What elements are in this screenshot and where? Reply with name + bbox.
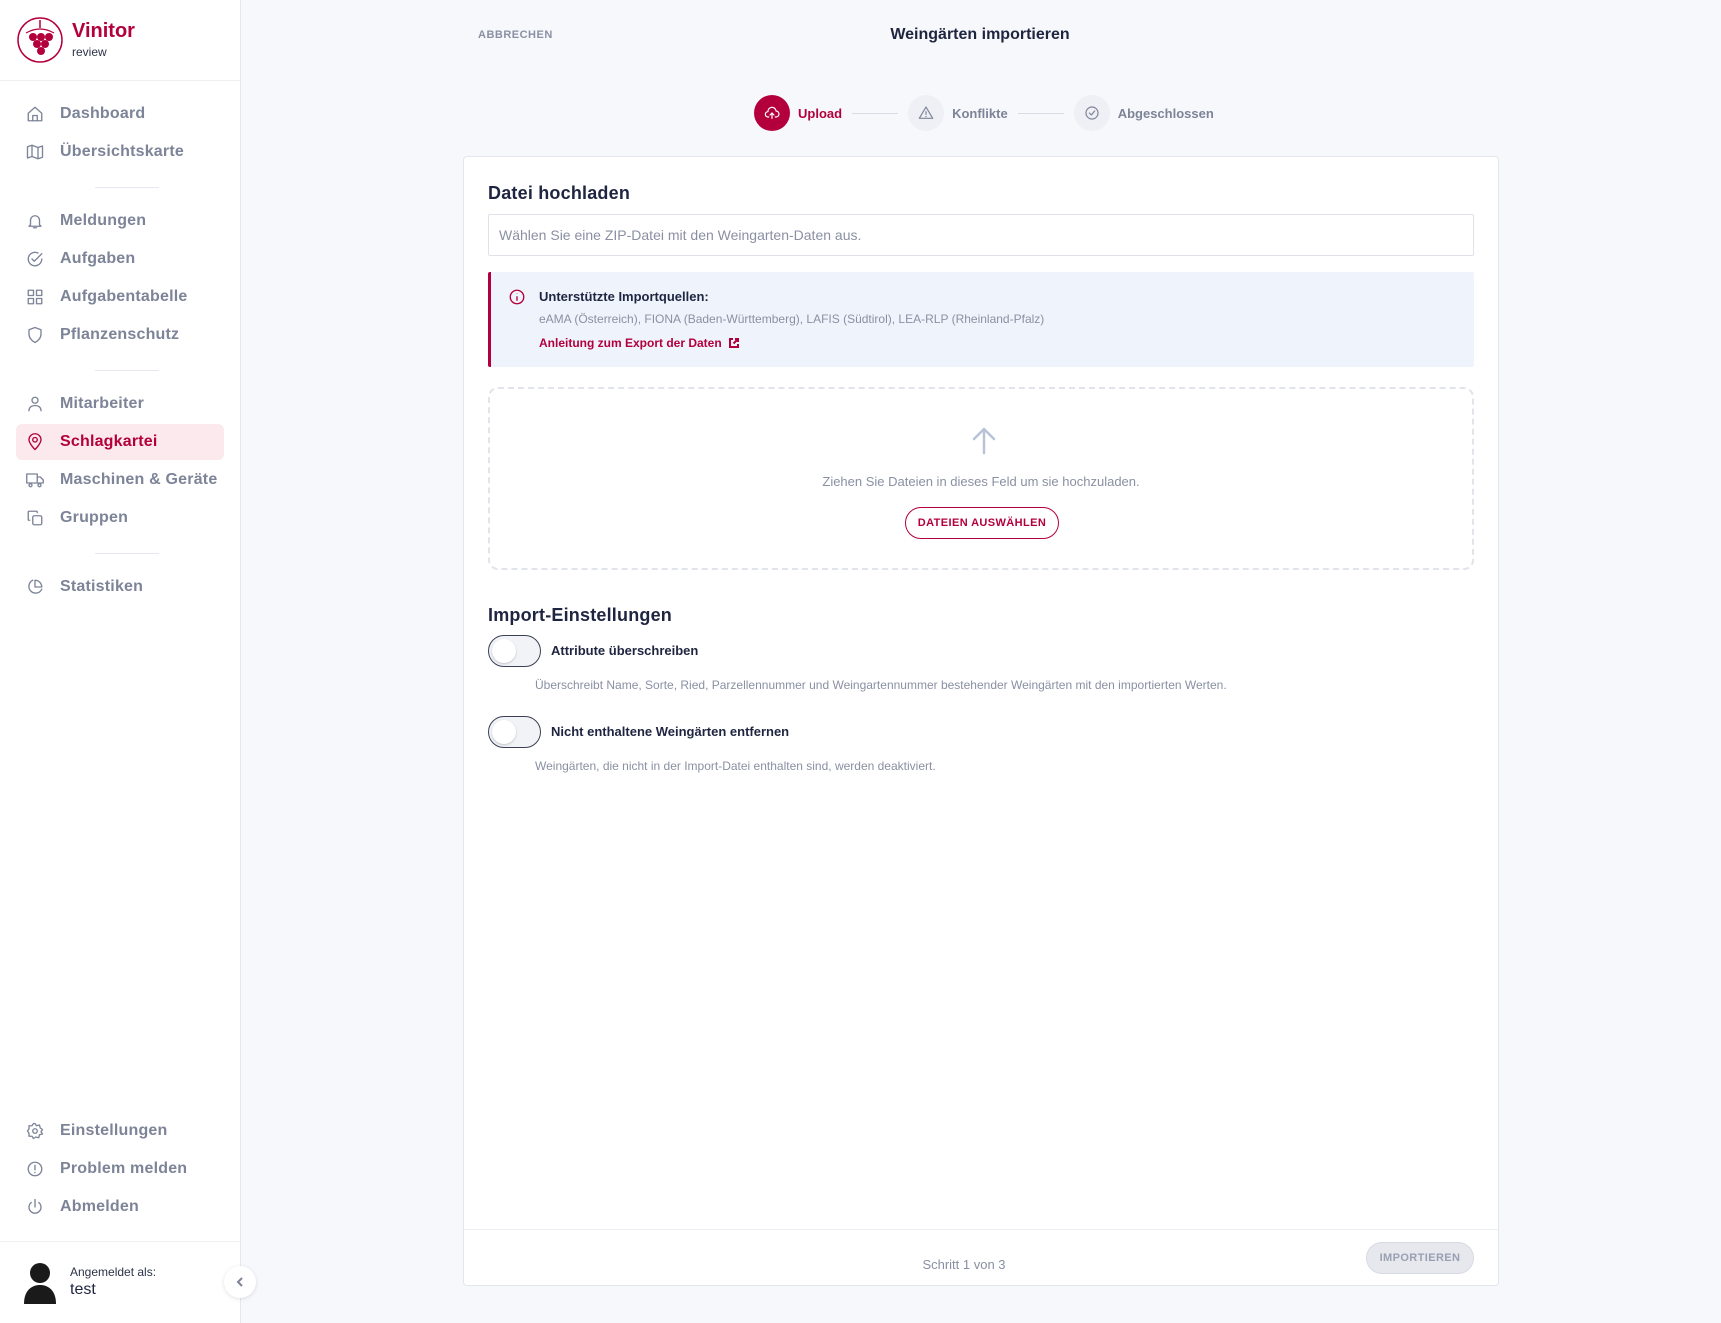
- vinitor-logo-icon: [16, 16, 64, 64]
- sidebar-item-label: Statistiken: [60, 578, 144, 595]
- sidebar-item-schlagkartei[interactable]: Schlagkartei: [16, 424, 224, 460]
- step-counter: Schritt 1 von 3: [922, 1257, 1006, 1272]
- collapse-sidebar-button[interactable]: [224, 1266, 256, 1298]
- import-button[interactable]: IMPORTIEREN: [1366, 1242, 1474, 1274]
- sidebar-item-label: Meldungen: [60, 212, 147, 229]
- sidebar-item-maschinen[interactable]: Maschinen & Geräte: [16, 462, 224, 498]
- chevron-left-icon: [236, 1277, 243, 1287]
- step-connector: [1017, 112, 1064, 114]
- bell-icon: [25, 211, 45, 231]
- arrow-up-icon: [968, 425, 1000, 457]
- external-link-icon: [728, 338, 739, 348]
- info-sources: eAMA (Österreich), FIONA (Baden-Württemb…: [539, 312, 1045, 326]
- brand-name: Vinitor: [72, 20, 135, 42]
- sidebar-item-label: Aufgabentabelle: [60, 288, 188, 305]
- map-icon: [25, 142, 45, 162]
- page-title: Weingärten importieren: [890, 26, 1070, 43]
- username: test: [70, 1281, 96, 1298]
- sidebar-item-label: Pflanzenschutz: [60, 326, 180, 343]
- shield-icon: [25, 325, 45, 345]
- sidebar-item-label: Problem melden: [60, 1160, 188, 1177]
- step-label: Upload: [798, 105, 843, 121]
- cancel-button[interactable]: ABBRECHEN: [478, 29, 553, 41]
- remove-missing-toggle[interactable]: [488, 716, 541, 748]
- sidebar-item-label: Einstellungen: [60, 1122, 168, 1139]
- sidebar-item-label: Maschinen & Geräte: [60, 471, 218, 488]
- upload-heading: Datei hochladen: [488, 183, 631, 203]
- sidebar-item-abmelden[interactable]: Abmelden: [16, 1189, 224, 1225]
- gear-icon: [25, 1121, 45, 1141]
- sidebar-item-gruppen[interactable]: Gruppen: [16, 500, 224, 536]
- toggle-knob: [492, 720, 516, 744]
- divider: [95, 370, 159, 371]
- sidebar-item-pflanzenschutz[interactable]: Pflanzenschutz: [16, 317, 224, 353]
- map-pin-icon: [25, 432, 45, 452]
- brand-subtitle: review: [72, 45, 107, 59]
- sidebar-item-problem-melden[interactable]: Problem melden: [16, 1151, 224, 1187]
- remove-missing-label: Nicht enthaltene Weingärten entfernen: [551, 724, 790, 739]
- select-files-button[interactable]: DATEIEN AUSWÄHLEN: [905, 507, 1059, 539]
- step-label: Konflikte: [952, 105, 1008, 121]
- home-icon: [25, 104, 45, 124]
- sidebar-item-label: Aufgaben: [60, 250, 136, 267]
- step-upload: Upload: [754, 95, 842, 131]
- sidebar: Vinitor review Dashboard Übersichtskarte…: [0, 0, 256, 1323]
- warning-icon: [908, 95, 945, 131]
- step-abgeschlossen: Abgeschlossen: [1073, 95, 1214, 131]
- import-card: Datei hochladen Wählen Sie eine ZIP-Date…: [463, 156, 1499, 1286]
- sidebar-item-label: Übersichtskarte: [60, 143, 184, 160]
- dropzone[interactable]: Ziehen Sie Dateien in dieses Feld um sie…: [488, 387, 1474, 570]
- dropzone-text: Ziehen Sie Dateien in dieses Feld um sie…: [822, 474, 1140, 489]
- upload-cloud-icon: [754, 95, 790, 131]
- divider: [464, 1229, 1498, 1230]
- user-info: Angemeldet als: test: [22, 1260, 156, 1304]
- copy-icon: [25, 508, 45, 528]
- logged-in-label: Angemeldet als:: [70, 1265, 157, 1279]
- alert-circle-icon: [25, 1159, 45, 1179]
- sidebar-item-label: Dashboard: [60, 105, 146, 122]
- step-label: Abgeschlossen: [1117, 105, 1214, 121]
- pie-chart-icon: [25, 577, 45, 597]
- info-box: Unterstützte Importquellen: eAMA (Österr…: [488, 272, 1474, 367]
- sidebar-item-aufgabentabelle[interactable]: Aufgabentabelle: [16, 279, 224, 315]
- settings-heading: Import-Einstellungen: [488, 605, 672, 625]
- overwrite-attributes-toggle[interactable]: [488, 635, 541, 667]
- grid-icon: [25, 287, 45, 307]
- sidebar-item-mitarbeiter[interactable]: Mitarbeiter: [16, 386, 224, 422]
- step-connector: [852, 112, 899, 114]
- info-icon: [508, 288, 526, 306]
- check-circle-icon: [25, 249, 45, 269]
- sidebar-item-statistiken[interactable]: Statistiken: [16, 569, 224, 605]
- sidebar-item-label: Mitarbeiter: [60, 395, 144, 412]
- stepper: Upload Konflikte Abgeschlossen: [754, 95, 1214, 131]
- brand[interactable]: Vinitor review: [16, 16, 135, 64]
- divider: [0, 80, 240, 81]
- truck-icon: [25, 470, 45, 490]
- avatar: [22, 1260, 58, 1304]
- sidebar-item-uebersichtskarte[interactable]: Übersichtskarte: [16, 134, 224, 170]
- divider: [95, 553, 159, 554]
- remove-missing-description: Weingärten, die nicht in der Import-Date…: [535, 759, 936, 773]
- sidebar-item-meldungen[interactable]: Meldungen: [16, 203, 224, 239]
- info-title: Unterstützte Importquellen:: [539, 289, 709, 304]
- sidebar-item-dashboard[interactable]: Dashboard: [16, 96, 224, 132]
- check-circle-icon: [1073, 95, 1110, 131]
- sidebar-item-label: Gruppen: [60, 509, 129, 526]
- sidebar-item-label: Abmelden: [60, 1198, 139, 1215]
- sidebar-item-aufgaben[interactable]: Aufgaben: [16, 241, 224, 277]
- export-guide-link[interactable]: Anleitung zum Export der Daten: [539, 336, 740, 350]
- step-konflikte: Konflikte: [908, 95, 1008, 131]
- overwrite-attributes-label: Attribute überschreiben: [551, 643, 699, 658]
- user-icon: [25, 394, 45, 414]
- overwrite-attributes-description: Überschreibt Name, Sorte, Ried, Parzelle…: [535, 678, 1227, 692]
- sidebar-item-label: Schlagkartei: [60, 433, 158, 450]
- file-input[interactable]: Wählen Sie eine ZIP-Datei mit den Weinga…: [488, 214, 1474, 256]
- toggle-knob: [492, 639, 516, 663]
- power-icon: [25, 1197, 45, 1217]
- export-guide-link-label: Anleitung zum Export der Daten: [539, 336, 722, 350]
- divider: [0, 1241, 240, 1242]
- sidebar-item-einstellungen[interactable]: Einstellungen: [16, 1113, 224, 1149]
- divider: [95, 187, 159, 188]
